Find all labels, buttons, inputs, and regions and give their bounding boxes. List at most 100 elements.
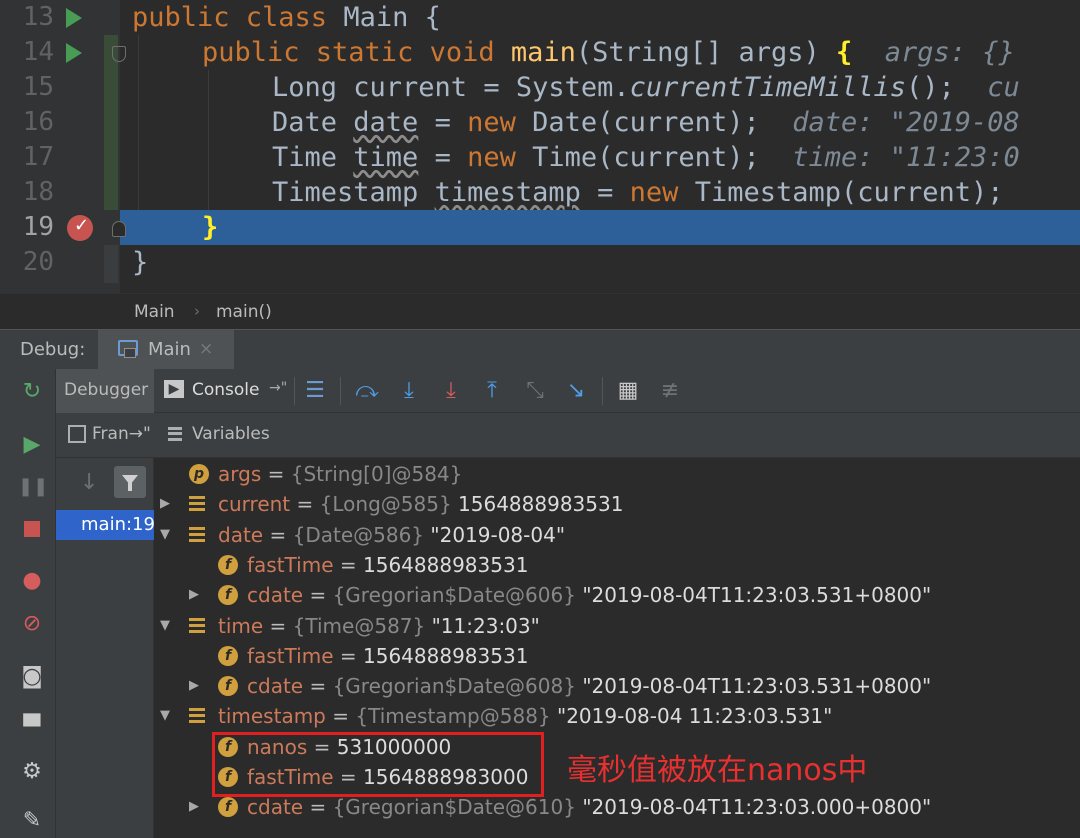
tab-debugger[interactable]: Debugger: [56, 369, 154, 413]
fold-end-icon[interactable]: [112, 221, 126, 237]
code-text[interactable]: }: [202, 210, 218, 245]
parameter-icon: p: [189, 464, 209, 484]
variable-row[interactable]: f fastTime = 1564888983531: [154, 550, 1080, 580]
down-arrow-icon[interactable]: ↓: [80, 470, 98, 495]
drop-frame-icon[interactable]: ⤡: [522, 377, 548, 405]
variables-header[interactable]: Variables: [192, 424, 270, 444]
step-out-icon[interactable]: ⤒: [479, 377, 505, 405]
variable-with-warning[interactable]: time: [353, 142, 418, 173]
debug-top-toolbar: Debugger ▶ Console →" ☰ ⤼ ⤓ ⤓ ⤒ ⤡ ↘ ▦ ≢: [56, 369, 1080, 413]
pin-icon[interactable]: ✎: [18, 807, 46, 835]
code-line[interactable]: 15 Long current = System.currentTimeMill…: [0, 70, 1080, 105]
variable-name: timestamp: [218, 704, 326, 729]
resume-icon[interactable]: ▶: [18, 431, 46, 459]
step-over-icon[interactable]: ⤓: [396, 377, 422, 405]
static-method-call: currentTimeMillis: [629, 72, 906, 103]
frame-item-selected[interactable]: main:19: [56, 510, 155, 540]
trace-icon[interactable]: ≢: [657, 377, 683, 405]
code-line[interactable]: 20 }: [0, 245, 1080, 280]
variable-type: {Date@586}: [292, 522, 425, 547]
run-icon[interactable]: [66, 8, 82, 28]
variable-row[interactable]: ▶ f cdate = {Gregorian$Date@606} "2019-08-…: [154, 580, 1080, 610]
frames-variables-header: Fran→" Variables: [56, 413, 1080, 458]
expand-arrow-icon[interactable]: ▶: [189, 671, 199, 701]
breadcrumb-item-class[interactable]: Main: [134, 302, 175, 322]
code-editor[interactable]: 13 public class Main { 14 public static …: [0, 0, 1080, 293]
filter-icon[interactable]: [114, 466, 146, 498]
code-line[interactable]: 17 Time time = new Time(current); time: …: [0, 140, 1080, 175]
code-token: Timestamp(current);: [678, 177, 1004, 208]
code-line[interactable]: 13 public class Main {: [0, 0, 1080, 35]
variable-value: 1564888983531: [458, 492, 624, 517]
variable-text: fastTime = 1564888983531: [247, 641, 528, 671]
run-to-cursor-icon[interactable]: ↘: [563, 377, 589, 405]
code-token: ();: [905, 72, 955, 103]
tab-console[interactable]: Console: [192, 380, 260, 400]
collapse-arrow-icon[interactable]: ▼: [160, 701, 170, 731]
variable-row[interactable]: ▼ time = {Time@587} "11:23:03": [154, 611, 1080, 641]
code-token: Date(current);: [515, 107, 760, 138]
variable-text: cdate = {Gregorian$Date@606} "2019-08-04…: [247, 580, 931, 610]
variable-text: current = {Long@585} 1564888983531: [218, 489, 623, 519]
code-token: Long current = System.: [272, 72, 630, 103]
pause-icon[interactable]: ❚❚: [18, 473, 48, 501]
show-execution-point-icon[interactable]: ⤼: [354, 377, 380, 405]
variable-row[interactable]: ▼ timestamp = {Timestamp@588} "2019-08-04…: [154, 701, 1080, 731]
variable-row[interactable]: f fastTime = 1564888983531: [154, 641, 1080, 671]
line-number: 20: [22, 247, 54, 277]
expand-arrow-icon[interactable]: ▶: [160, 489, 170, 519]
settings-icon[interactable]: ⚙: [18, 758, 46, 786]
variable-with-warning[interactable]: date: [353, 107, 418, 138]
camera-icon[interactable]: ◙: [18, 663, 46, 691]
variable-row[interactable]: p args = {String[0]@584}: [154, 459, 1080, 489]
debug-session-label: Main: [148, 339, 191, 360]
rerun-icon[interactable]: ↻: [18, 378, 46, 406]
variable-row[interactable]: ▶ current = {Long@585} 1564888983531: [154, 489, 1080, 519]
method-name: main: [510, 37, 576, 68]
keyword: new: [467, 142, 516, 173]
evaluate-icon[interactable]: ▦: [615, 377, 641, 405]
menu-icon[interactable]: ☰: [302, 377, 328, 405]
breadcrumb-item-method[interactable]: main(): [216, 302, 272, 322]
close-icon[interactable]: ×: [199, 339, 213, 359]
debug-session-tab[interactable]: Main ×: [98, 330, 234, 370]
code-text[interactable]: public class Main {: [132, 0, 441, 35]
variable-text: date = {Date@586} "2019-08-04": [218, 520, 565, 550]
expand-arrow-icon[interactable]: ▶: [189, 792, 199, 822]
console-pin-icon[interactable]: →": [269, 380, 287, 396]
code-text[interactable]: Date date = new Date(current); date: "20…: [272, 105, 1020, 140]
code-text[interactable]: Long current = System.currentTimeMillis(…: [272, 70, 1020, 105]
variable-value: "2019-08-04T11:23:03.000+0800": [582, 795, 932, 820]
stop-icon[interactable]: [18, 515, 46, 543]
fold-icon[interactable]: [112, 46, 126, 62]
variable-value: "2019-08-04 11:23:03.531": [557, 704, 833, 729]
code-line[interactable]: 14 public static void main(String[] args…: [0, 35, 1080, 70]
variable-row[interactable]: ▼ date = {Date@586} "2019-08-04": [154, 520, 1080, 550]
variable-with-warning[interactable]: timestamp: [435, 177, 581, 208]
field-icon: f: [218, 797, 238, 818]
equals-sign: =: [333, 643, 363, 668]
code-line-current[interactable]: 19 ✓ }: [0, 210, 1080, 245]
run-icon[interactable]: [66, 43, 82, 63]
code-text[interactable]: Time time = new Time(current); time: "11…: [272, 140, 1020, 175]
equals-sign: =: [333, 552, 363, 577]
code-line[interactable]: 16 Date date = new Date(current); date: …: [0, 105, 1080, 140]
matched-brace: {: [836, 37, 853, 68]
view-breakpoints-icon[interactable]: ●: [18, 567, 46, 595]
variable-row[interactable]: ▶ f cdate = {Gregorian$Date@608} "2019-08-…: [154, 671, 1080, 701]
step-into-icon[interactable]: ⤓: [438, 377, 464, 405]
line-number: 17: [22, 142, 54, 172]
code-line[interactable]: 18 Timestamp timestamp = new Timestamp(c…: [0, 175, 1080, 210]
collapse-arrow-icon[interactable]: ▼: [160, 520, 170, 550]
code-text[interactable]: Timestamp timestamp = new Timestamp(curr…: [272, 175, 1004, 210]
layout-icon[interactable]: ▀: [18, 714, 46, 742]
code-text[interactable]: }: [132, 245, 148, 280]
expand-arrow-icon[interactable]: ▶: [189, 580, 199, 610]
collapse-arrow-icon[interactable]: ▼: [160, 611, 170, 641]
frames-header[interactable]: Fran→": [92, 424, 151, 444]
mute-breakpoints-icon[interactable]: ⊘: [18, 610, 46, 638]
breadcrumb: Main › main(): [0, 293, 1080, 329]
code-text[interactable]: public static void main(String[] args) {…: [202, 35, 1015, 70]
inline-debug-hint: cu: [954, 72, 1020, 103]
code-token: }: [132, 247, 149, 278]
